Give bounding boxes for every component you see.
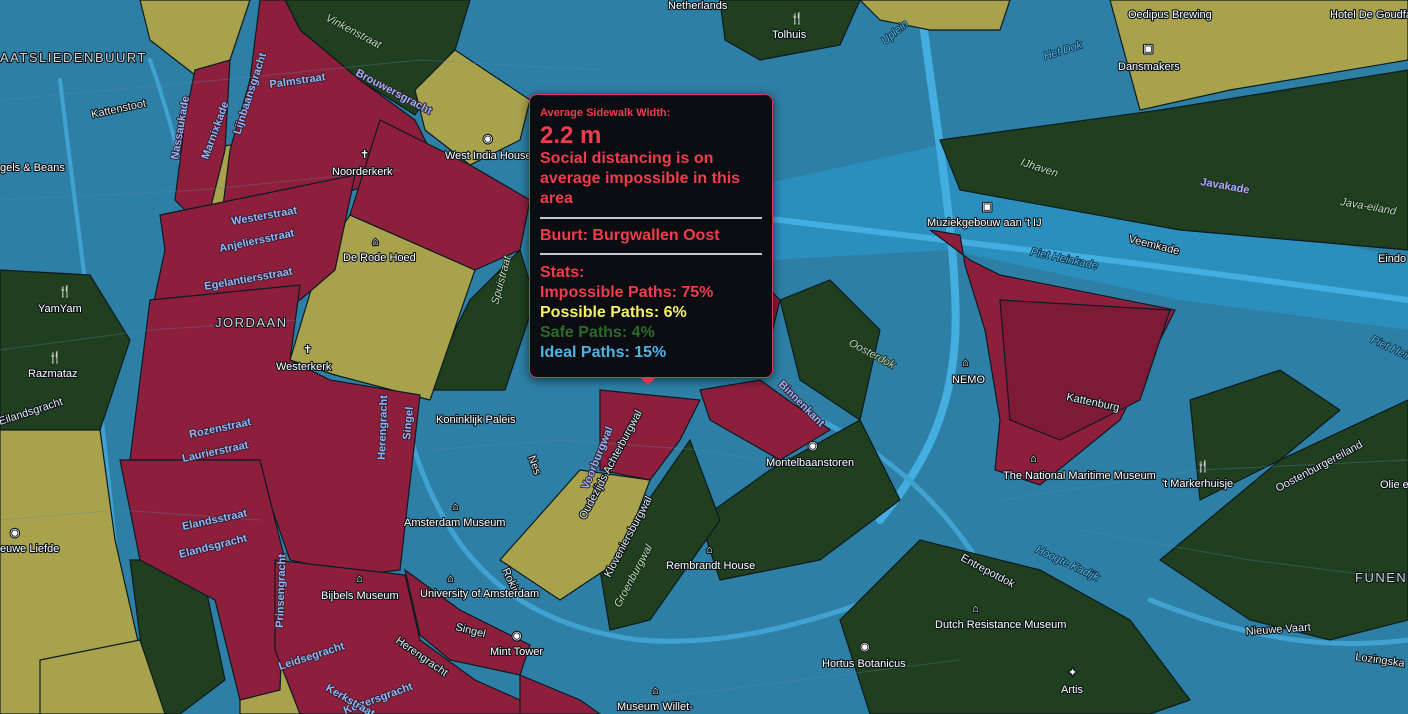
poi-marker-1: 🍴 bbox=[790, 12, 804, 25]
poi-marker-3: ◉ bbox=[483, 133, 493, 145]
poi-marker-8: ▣ bbox=[982, 201, 992, 213]
poi-label-6: West India House bbox=[445, 150, 532, 162]
poi-marker-15: ⌂ bbox=[356, 573, 363, 585]
poi-marker-16: ◉ bbox=[512, 630, 522, 642]
area-label-2: JORDAAN bbox=[215, 315, 288, 330]
poi-label-5: Dansmakers bbox=[1118, 61, 1180, 73]
poi-marker-5: ⌂ bbox=[372, 236, 379, 248]
poi-label-3: Oedipus Brewing bbox=[1128, 9, 1212, 21]
poi-marker-23: ◉ bbox=[10, 527, 20, 539]
poi-label-12: Muziekgebouw aan 't IJ bbox=[927, 217, 1042, 229]
poi-marker-19: ✦ bbox=[1068, 667, 1077, 679]
tooltip-heading: Average Sidewalk Width: bbox=[540, 107, 671, 119]
poi-label-4: Hotel De Goudfazant bbox=[1330, 9, 1408, 21]
poi-label-29: gels & Beans bbox=[0, 162, 65, 174]
poi-label-8: De Rode Hoed bbox=[343, 252, 416, 264]
poi-marker-14: ⌂ bbox=[447, 573, 454, 585]
poi-marker-9: ⌂ bbox=[962, 357, 969, 369]
tooltip-divider bbox=[540, 217, 762, 219]
poi-label-2: Tolhuis bbox=[772, 29, 807, 41]
poi-marker-18: ◉ bbox=[860, 641, 870, 653]
poi-label-17: Amsterdam Museum bbox=[404, 517, 505, 529]
poi-marker-6: ✝ bbox=[303, 344, 312, 356]
poi-label-20: Bijbels Museum bbox=[321, 590, 399, 602]
poi-marker-2: ▣ bbox=[1143, 43, 1153, 55]
stat-ideal: Ideal Paths: 15% bbox=[540, 344, 667, 361]
poi-label-16: Olie e bbox=[1380, 479, 1408, 491]
street-label-herengracht: Herengracht bbox=[376, 395, 390, 461]
poi-label-28: Eindo bbox=[1378, 253, 1406, 265]
poi-marker-4: ✝ bbox=[360, 149, 369, 161]
stat-impossible: Impossible Paths: 75% bbox=[540, 284, 714, 301]
poi-marker-7: ◉ bbox=[808, 440, 818, 452]
stat-safe: Safe Paths: 4% bbox=[540, 324, 655, 341]
poi-marker-12: ⌂ bbox=[452, 501, 459, 513]
stats-title: Stats: bbox=[540, 264, 585, 281]
distancing-message: Social distancing is on average impossib… bbox=[540, 150, 741, 207]
poi-marker-21: 🍴 bbox=[58, 285, 72, 298]
poi-label-30: euwe Liefde bbox=[0, 543, 59, 555]
poi-label-25: Museum Willet- bbox=[617, 701, 693, 713]
stat-possible: Possible Paths: 6% bbox=[540, 304, 687, 321]
poi-label-14: The National Maritime Museum bbox=[1003, 470, 1156, 482]
poi-label-13: NEMO bbox=[952, 374, 985, 386]
poi-marker-11: 🍴 bbox=[1196, 460, 1210, 473]
poi-marker-10: ⌂ bbox=[1030, 453, 1037, 465]
poi-label-22: Dutch Resistance Museum bbox=[935, 619, 1066, 631]
poi-label-18: Rembrandt House bbox=[666, 560, 755, 572]
poi-label-7: Noorderkerk bbox=[332, 166, 393, 178]
poi-marker-20: ⌂ bbox=[652, 685, 659, 697]
poi-label-11: Montelbaanstoren bbox=[766, 457, 854, 469]
poi-marker-22: 🍴 bbox=[48, 351, 62, 364]
poi-label-10: Koninklijk Paleis bbox=[436, 414, 516, 426]
area-label-3: FUNENI bbox=[1355, 570, 1408, 585]
buurt-tooltip: Average Sidewalk Width: 2.2 m Social dis… bbox=[529, 94, 773, 385]
stats-block: Stats: Impossible Paths: 75% Possible Pa… bbox=[540, 263, 762, 363]
sidewalk-width-value: 2.2 m bbox=[540, 122, 602, 149]
poi-label-27: Razmataz bbox=[28, 368, 78, 380]
poi-label-9: Westerkerk bbox=[276, 361, 332, 373]
poi-label-21: Mint Tower bbox=[490, 646, 543, 658]
tooltip-divider-2 bbox=[540, 253, 762, 255]
buurt-name: Buurt: Burgwallen Oost bbox=[540, 227, 720, 244]
poi-label-24: Artis bbox=[1061, 684, 1084, 696]
poi-label-26: YamYam bbox=[38, 303, 82, 315]
poi-label-15: 't Markerhuisje bbox=[1162, 478, 1233, 490]
poi-label-23: Hortus Botanicus bbox=[822, 658, 906, 670]
area-label-1: AATSLIEDENBUURT bbox=[0, 50, 147, 65]
poi-label-19: University of Amsterdam bbox=[420, 588, 539, 600]
poi-marker-17: ⌂ bbox=[972, 603, 979, 615]
poi-label-1: Netherlands bbox=[668, 0, 728, 12]
poi-marker-13: ⌂ bbox=[706, 544, 713, 556]
